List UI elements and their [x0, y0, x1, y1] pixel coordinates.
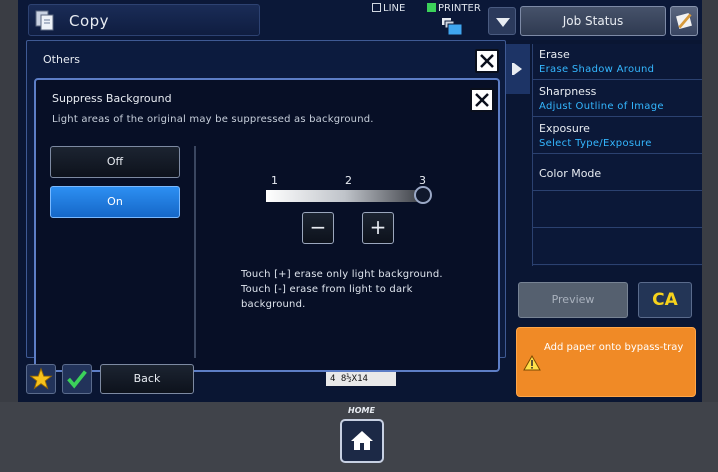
printer-indicator: PRINTER — [427, 3, 481, 14]
off-button[interactable]: Off — [50, 146, 180, 178]
suppress-background-dialog: Suppress Background Light areas of the o… — [34, 78, 500, 372]
printer-status-icon — [427, 3, 436, 12]
line-status-icon — [372, 3, 381, 12]
dialog-title: Suppress Background — [52, 92, 172, 105]
function-value: Adjust Outline of Image — [539, 101, 664, 112]
confirm-button[interactable] — [62, 364, 92, 394]
dialog-title: Others — [43, 53, 80, 66]
increase-button[interactable]: + — [362, 212, 394, 244]
warning-text: Add paper onto bypass-tray — [544, 342, 684, 353]
job-status-button[interactable]: Job Status — [520, 6, 666, 36]
close-icon — [475, 93, 489, 107]
copy-icon — [35, 10, 54, 31]
level-slider-track[interactable] — [266, 190, 424, 202]
close-others-button[interactable] — [475, 49, 499, 73]
line-indicator: LINE — [372, 3, 405, 14]
warning-icon — [523, 355, 541, 371]
level-slider-knob[interactable] — [414, 186, 432, 204]
instruction-line: Touch [+] erase only light background. — [241, 269, 443, 280]
favorite-button[interactable] — [26, 364, 56, 394]
function-exposure[interactable]: Exposure Select Type/Exposure — [533, 118, 702, 154]
preview-button[interactable]: Preview — [518, 282, 628, 318]
star-icon — [29, 367, 53, 390]
level-label-1: 1 — [271, 174, 278, 187]
function-erase[interactable]: Erase Erase Shadow Around — [533, 44, 702, 80]
dropdown-button[interactable] — [488, 7, 516, 35]
paper-warning[interactable]: Add paper onto bypass-tray — [516, 327, 696, 397]
function-empty-slot — [533, 229, 702, 265]
close-icon — [480, 54, 494, 68]
home-icon — [351, 431, 373, 450]
function-value: Erase Shadow Around — [539, 64, 655, 75]
function-value: Select Type/Exposure — [539, 138, 652, 149]
divider — [194, 146, 196, 358]
checkmark-icon — [67, 370, 87, 389]
decrease-button[interactable]: − — [302, 212, 334, 244]
function-name: Sharpness — [539, 85, 597, 98]
function-empty-slot — [533, 192, 702, 228]
line-label: LINE — [383, 3, 406, 14]
paper-size-indicator: 4 8½X14 — [326, 372, 396, 386]
printer-label: PRINTER — [438, 3, 481, 14]
dialog-description: Light areas of the original may be suppr… — [52, 114, 374, 125]
instruction-line: background. — [241, 299, 306, 310]
close-suppress-button[interactable] — [470, 88, 494, 112]
function-color-mode[interactable]: Color Mode — [533, 155, 702, 191]
function-name: Color Mode — [539, 167, 602, 180]
function-list: Erase Erase Shadow Around Sharpness Adju… — [532, 44, 702, 266]
home-label: HOME — [348, 406, 375, 415]
settings-button[interactable] — [670, 6, 698, 36]
instructions: Touch [+] erase only light background. T… — [241, 267, 481, 312]
function-sharpness[interactable]: Sharpness Adjust Outline of Image — [533, 81, 702, 117]
page-title: Copy — [69, 12, 110, 30]
top-bar: Copy LINE PRINTER Job Status — [18, 0, 702, 40]
instruction-line: Touch [-] erase from light to dark — [241, 284, 413, 295]
on-button[interactable]: On — [50, 186, 180, 218]
mode-tab-copy[interactable]: Copy — [28, 4, 260, 36]
clear-all-button[interactable]: CA — [638, 282, 692, 318]
level-label-2: 2 — [345, 174, 352, 187]
printer-icon — [442, 18, 463, 36]
function-name: Erase — [539, 48, 570, 61]
touch-screen: Copy LINE PRINTER Job Status Erase Erase… — [18, 0, 702, 402]
function-name: Exposure — [539, 122, 590, 135]
home-button[interactable] — [340, 419, 384, 463]
back-button[interactable]: Back — [100, 364, 194, 394]
hand-pen-icon — [676, 13, 692, 29]
expand-arrow-icon[interactable] — [506, 44, 530, 94]
